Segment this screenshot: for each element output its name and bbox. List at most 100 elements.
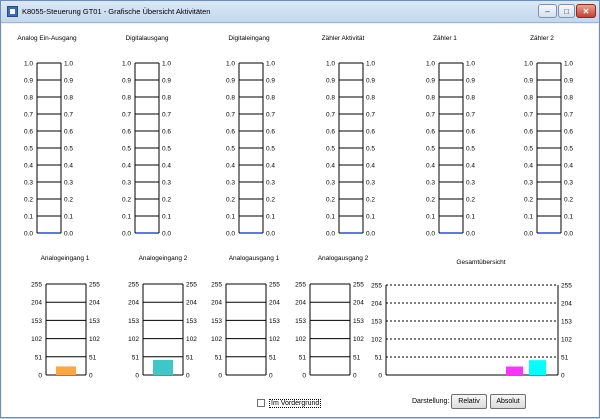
gauge-tick-label: 0.0 (24, 231, 33, 238)
gauge-tick-label: 0.0 (162, 231, 171, 238)
gauge-tick-label: 0.6 (266, 129, 275, 136)
foreground-checkbox[interactable] (257, 399, 265, 407)
gauge-tick-label: 0.1 (266, 214, 275, 221)
gauge-tick-label: 0.2 (162, 197, 171, 204)
gauge-title: Analogeingang 2 (139, 255, 188, 262)
gauge-tick-label: 1.0 (24, 61, 33, 68)
gauge-tick-label: 0.2 (426, 197, 435, 204)
activity-overview-canvas: Analog Ein-Ausgang 0.0 0.0 0.1 0.1 0.2 0.2 0.3 0… (17, 35, 573, 380)
gauge-tick-label: 0.3 (266, 180, 275, 187)
gauge-tick-label: 0.9 (524, 78, 533, 85)
gauge-tick-label: 204 (211, 300, 222, 307)
gauge-tick-label: 0.7 (426, 112, 435, 119)
gauge-tick-label: 0.1 (64, 214, 73, 221)
gauge-tick-label: 0.4 (64, 163, 73, 170)
absolute-button[interactable]: Absolut (490, 394, 526, 409)
display-mode-label: Darstellung: (412, 398, 450, 405)
gauge-tick-label: 0.1 (426, 214, 435, 221)
gauge-tick-label: 0.1 (162, 214, 171, 221)
gauge-tick-label: 0.7 (226, 112, 235, 119)
gauge-tick-label: 0.9 (266, 78, 275, 85)
gauge-tick-label: 0.6 (426, 129, 435, 136)
gauge-tick-label: 0.7 (466, 112, 475, 119)
gauge-tick-label: 102 (295, 336, 306, 343)
gauge-tick-label: 204 (31, 300, 42, 307)
gauge-tick-label: 0.2 (524, 197, 533, 204)
gauge-tick-label: 0.8 (466, 95, 475, 102)
gauge-tick-label: 0.8 (64, 95, 73, 102)
gauge-tick-label: 204 (186, 300, 197, 307)
gauge-tick-label: 204 (89, 300, 100, 307)
gauge-tick-label: 255 (89, 282, 100, 289)
gauge-tick-label: 0.4 (226, 163, 235, 170)
gauge-tick-label: 0.6 (326, 129, 335, 136)
gauge-tick-label: 0.9 (226, 78, 235, 85)
gauge-title: Analogeingang 1 (41, 255, 90, 262)
gauge-tick-label: 0.5 (226, 146, 235, 153)
gauge-tick-label: 0.2 (366, 197, 375, 204)
gauge-tick-label: 0.2 (266, 197, 275, 204)
gauge-tick-label: 0.2 (64, 197, 73, 204)
gauge-tick-label: 0.6 (122, 129, 131, 136)
gauge-tick-label: 0.9 (64, 78, 73, 85)
gauge-tick-label: 0.8 (426, 95, 435, 102)
gauge-value-bar (56, 366, 76, 375)
gauge-tick-label: 0.9 (122, 78, 131, 85)
gauge-tick-label: 102 (89, 336, 100, 343)
gauge-tick-label: 0.6 (24, 129, 33, 136)
gauge-tick-label: 0.6 (64, 129, 73, 136)
gauge-title: Analogausgang 2 (318, 255, 369, 262)
gauge-tick-label: 255 (269, 282, 280, 289)
gauge-tick-label: 255 (128, 282, 139, 289)
gauge-title: Zähler 1 (433, 35, 457, 42)
gauge-tick-label: 0.9 (24, 78, 33, 85)
relative-button[interactable]: Relativ (451, 394, 487, 409)
gauge-tick-label: 0.0 (564, 231, 573, 238)
gauge-tick-label: 0.5 (326, 146, 335, 153)
gauge-tick-label: 1.0 (122, 61, 131, 68)
gauge-tick-label: 0.3 (64, 180, 73, 187)
gauge-tick-label: 102 (211, 336, 222, 343)
chart-tick-label: 0 (378, 373, 382, 380)
gauge-tick-label: 255 (295, 282, 306, 289)
gauge-tick-label: 0.9 (564, 78, 573, 85)
gauge-tick-label: 0.3 (366, 180, 375, 187)
chart-tick-label: 255 (561, 283, 572, 290)
gauge-tick-label: 0.2 (466, 197, 475, 204)
gauge-tick-label: 1.0 (564, 61, 573, 68)
gauge-tick-label: 0.4 (366, 163, 375, 170)
gauge-tick-label: 0.8 (564, 95, 573, 102)
gauge-tick-label: 153 (353, 318, 364, 325)
chart-tick-label: 255 (371, 283, 382, 290)
gauge-tick-label: 0.9 (426, 78, 435, 85)
gauge-tick-label: 0 (38, 373, 42, 380)
gauge-tick-label: 102 (269, 336, 280, 343)
chart-tick-label: 102 (561, 337, 572, 344)
gauge-tick-label: 0.2 (564, 197, 573, 204)
gauge-tick-label: 0.9 (466, 78, 475, 85)
gauge-tick-label: 0.0 (466, 231, 475, 238)
gauge-tick-label: 153 (31, 318, 42, 325)
foreground-checkbox-label[interactable]: Im Vordergrund (269, 399, 322, 408)
chart-tick-label: 0 (561, 373, 565, 380)
gauge-tick-label: 153 (128, 318, 139, 325)
gauge-tick-label: 0.5 (122, 146, 131, 153)
gauge-tick-label: 0.7 (524, 112, 533, 119)
gauge-value-bar (153, 360, 173, 375)
chart-tick-label: 204 (561, 301, 572, 308)
gauge-tick-label: 1.0 (326, 61, 335, 68)
gauge-tick-label: 0.3 (226, 180, 235, 187)
gauge-tick-label: 0.5 (24, 146, 33, 153)
gauge-tick-label: 0.4 (24, 163, 33, 170)
gauge-title: Analogausgang 1 (229, 255, 280, 262)
gauge-tick-label: 0.7 (64, 112, 73, 119)
gauge-tick-label: 51 (215, 354, 223, 361)
gauge-tick-label: 0.5 (266, 146, 275, 153)
gauge-tick-label: 153 (186, 318, 197, 325)
gauge-tick-label: 1.0 (64, 61, 73, 68)
gauge-tick-label: 0.5 (564, 146, 573, 153)
gauge-tick-label: 0.3 (24, 180, 33, 187)
gauge-tick-label: 1.0 (524, 61, 533, 68)
gauge-tick-label: 153 (89, 318, 100, 325)
gauge-tick-label: 0.6 (564, 129, 573, 136)
